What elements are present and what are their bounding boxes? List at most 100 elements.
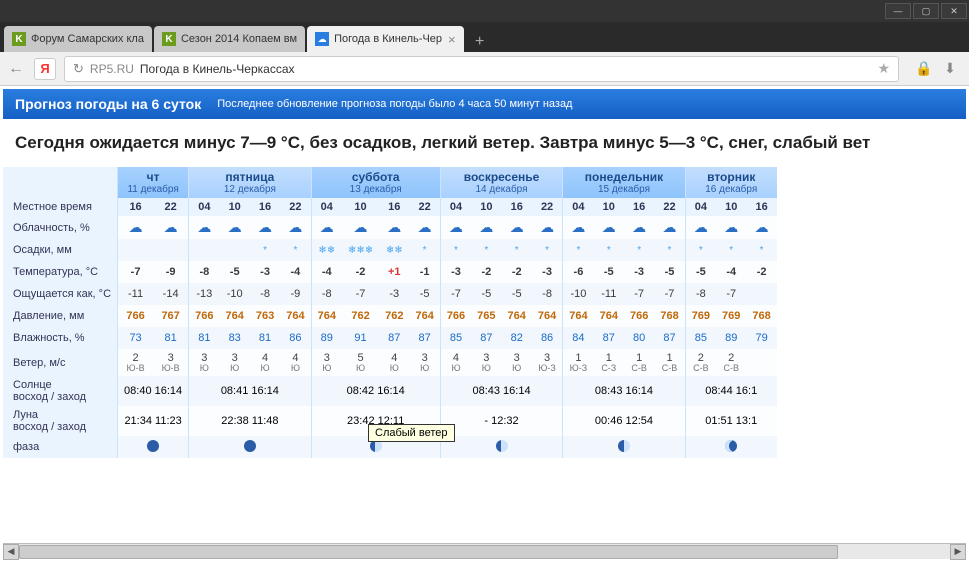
moon-cell: - 12:32 — [440, 406, 562, 436]
tab-label: Форум Самарских кла — [31, 33, 144, 45]
cloud-cell: ☁ — [220, 216, 250, 239]
feels-cell: -9 — [280, 283, 311, 305]
download-icon[interactable]: ⬇ — [939, 58, 961, 80]
temp-cell: -2 — [502, 261, 532, 283]
cloud-cell: ☁ — [189, 216, 220, 239]
cloud-icon: ☁ — [164, 219, 178, 235]
url-domain: RP5.RU — [90, 62, 134, 76]
precip-cell: ❄❄❄ — [342, 239, 379, 261]
hour-cell: 22 — [409, 198, 440, 216]
wind-cell: 1С-В — [654, 349, 685, 376]
back-button[interactable]: ← — [8, 60, 24, 78]
forecast-table: чт11 декабряпятница12 декабрясуббота13 д… — [3, 167, 777, 458]
phase-cell — [440, 436, 562, 458]
feels-cell: -5 — [502, 283, 532, 305]
bookmark-icon[interactable]: ★ — [877, 60, 890, 77]
feels-cell: -8 — [311, 283, 342, 305]
hum-cell: 87 — [594, 327, 624, 349]
page-content: Прогноз погоды на 6 суток Последнее обно… — [0, 86, 969, 565]
scroll-track[interactable] — [19, 544, 950, 559]
hour-cell: 16 — [624, 198, 654, 216]
day-header: чт11 декабря — [118, 167, 189, 198]
feels-cell — [746, 283, 776, 305]
temp-cell: -4 — [280, 261, 311, 283]
temp-cell: -2 — [471, 261, 501, 283]
temp-cell: -4 — [716, 261, 746, 283]
precip-cell: * — [440, 239, 471, 261]
row-press-label: Давление, мм — [3, 305, 118, 327]
window-close-button[interactable]: ✕ — [941, 3, 967, 19]
forecast-table-container[interactable]: чт11 декабряпятница12 декабрясуббота13 д… — [3, 167, 966, 458]
temp-cell: -3 — [440, 261, 471, 283]
wind-cell: 3Ю — [220, 349, 250, 376]
hour-cell: 22 — [153, 198, 189, 216]
forecast-updated: Последнее обновление прогноза погоды был… — [217, 98, 572, 110]
precip-cell — [189, 239, 220, 261]
new-tab-button[interactable]: + — [470, 32, 490, 52]
press-cell: 766 — [624, 305, 654, 327]
scroll-thumb[interactable] — [19, 545, 838, 559]
tab-label: Сезон 2014 Копаем вм — [181, 33, 297, 45]
tab-forum[interactable]: K Форум Самарских кла — [4, 26, 152, 52]
day-header: воскресенье14 декабря — [440, 167, 562, 198]
feels-cell: -14 — [153, 283, 189, 305]
temp-cell: -2 — [746, 261, 776, 283]
cloud-icon: ☁ — [387, 219, 401, 235]
hum-cell: 81 — [153, 327, 189, 349]
precip-cell: * — [685, 239, 716, 261]
temp-cell: -7 — [118, 261, 154, 283]
hum-cell: 87 — [379, 327, 409, 349]
hum-cell: 85 — [440, 327, 471, 349]
hum-cell: 86 — [280, 327, 311, 349]
hour-cell: 16 — [118, 198, 154, 216]
hour-cell: 10 — [342, 198, 379, 216]
wind-cell: 4Ю — [440, 349, 471, 376]
temp-cell: +1 — [379, 261, 409, 283]
press-cell: 764 — [220, 305, 250, 327]
cloud-cell: ☁ — [471, 216, 501, 239]
day-header: понедельник15 декабря — [563, 167, 685, 198]
temp-cell: -5 — [685, 261, 716, 283]
temp-cell: -2 — [342, 261, 379, 283]
reload-icon[interactable]: ↻ — [73, 61, 84, 77]
wind-cell: 3Ю — [471, 349, 501, 376]
cloud-icon: ☁ — [540, 219, 554, 235]
hum-cell: 91 — [342, 327, 379, 349]
hour-cell: 04 — [685, 198, 716, 216]
feels-cell: -10 — [220, 283, 250, 305]
press-cell: 769 — [716, 305, 746, 327]
close-icon[interactable]: × — [448, 32, 456, 47]
yandex-icon[interactable]: Я — [34, 58, 56, 80]
hum-cell: 73 — [118, 327, 154, 349]
hum-cell: 84 — [563, 327, 594, 349]
hour-cell: 04 — [440, 198, 471, 216]
row-phase-label: фаза — [3, 436, 118, 458]
horizontal-scrollbar[interactable]: ◀ ▶ — [3, 543, 966, 559]
cloud-icon: ☁ — [479, 219, 493, 235]
wind-cell: 2С-В — [716, 349, 746, 376]
url-input[interactable]: ↻ RP5.RU Погода в Кинель-Черкассах ★ — [64, 56, 899, 82]
press-cell: 764 — [409, 305, 440, 327]
precip-cell: ❄❄ — [311, 239, 342, 261]
forecast-summary: Сегодня ожидается минус 7—9 °С, без осад… — [3, 119, 966, 167]
tab-season[interactable]: K Сезон 2014 Копаем вм — [154, 26, 305, 52]
window-titlebar: — ▢ ✕ — [0, 0, 969, 22]
moon-phase-icon — [147, 440, 159, 452]
sun-cell: 08:41 16:14 — [189, 376, 311, 406]
extension-icon[interactable]: 🔒 — [913, 58, 935, 80]
precip-cell — [118, 239, 154, 261]
cloud-cell: ☁ — [624, 216, 654, 239]
window-maximize-button[interactable]: ▢ — [913, 3, 939, 19]
row-moon-label: Луна восход / заход — [3, 406, 118, 436]
cloud-cell: ☁ — [532, 216, 563, 239]
hour-cell: 16 — [746, 198, 776, 216]
scroll-left-button[interactable]: ◀ — [3, 544, 19, 560]
forecast-header: Прогноз погоды на 6 суток Последнее обно… — [3, 89, 966, 119]
sun-cell: 08:43 16:14 — [563, 376, 685, 406]
window-minimize-button[interactable]: — — [885, 3, 911, 19]
phase-cell — [563, 436, 685, 458]
tab-weather[interactable]: ☁ Погода в Кинель-Чер × — [307, 26, 464, 52]
hour-cell: 10 — [220, 198, 250, 216]
scroll-right-button[interactable]: ▶ — [950, 544, 966, 560]
precip-cell: * — [594, 239, 624, 261]
